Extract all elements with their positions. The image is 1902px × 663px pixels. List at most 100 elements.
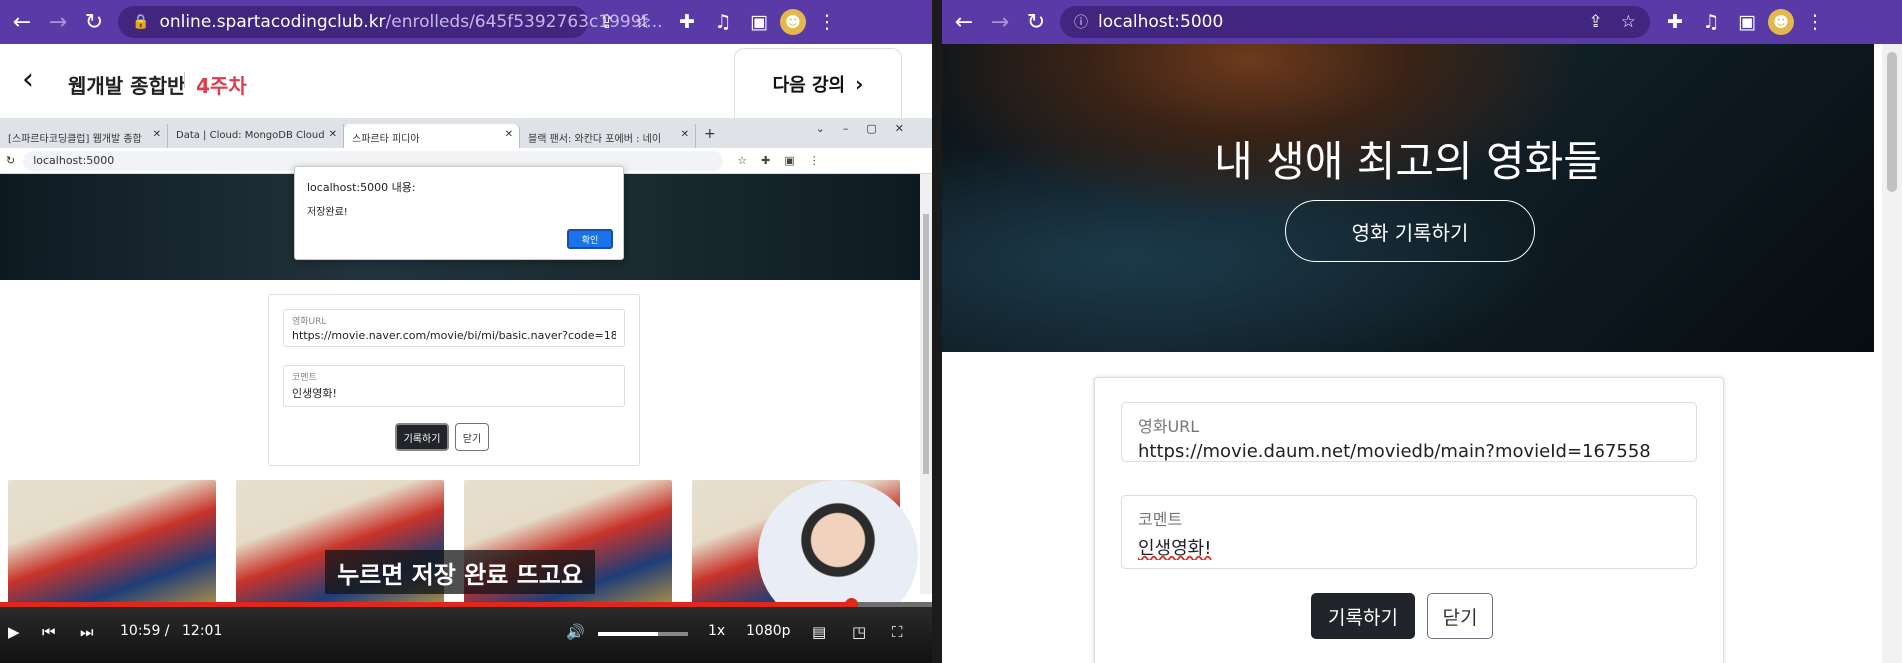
info-icon: ⓘ xyxy=(1074,15,1088,31)
lecture-video[interactable]: [스파르타코딩클럽] 웹개발 종합 ✕ Data | Cloud: MongoDB… xyxy=(0,118,932,663)
address-bar[interactable]: ⓘ localhost:5000 ⇪ ☆ xyxy=(1060,6,1650,38)
window-controls-icon[interactable]: ⌄–▢✕ xyxy=(816,122,922,135)
chevron-right-icon: › xyxy=(855,71,864,96)
title-divider xyxy=(184,72,185,88)
video-quality[interactable]: 1080p xyxy=(746,623,791,639)
movie-url-input[interactable]: 영화URL https://movie.daum.net/moviedb/mai… xyxy=(1121,402,1697,462)
profile-avatar[interactable]: ☻ xyxy=(1768,9,1794,35)
subtitles-icon[interactable]: ▤ xyxy=(812,623,826,641)
video-post-form: 영화URL https://movie.naver.com/movie/bi/m… xyxy=(268,294,640,466)
sidepanel-icon[interactable]: ▣ xyxy=(1732,7,1762,37)
star-icon[interactable]: ☆ xyxy=(628,7,658,37)
video-tab[interactable]: [스파르타코딩클럽] 웹개발 종합 ✕ xyxy=(0,124,168,148)
extensions-icon[interactable]: ✚ xyxy=(672,7,702,37)
comment-value: 인생영화! xyxy=(292,387,337,400)
skip-forward-icon[interactable]: ⏭ xyxy=(80,623,94,641)
video-controls: ▶ ⏮ ⏭ 10:59 / 12:01 🔊 1x 1080p ▤ ◳ ⛶ xyxy=(0,607,932,663)
play-icon[interactable]: ▶ xyxy=(8,623,20,641)
back-chevron-icon[interactable]: ‹ xyxy=(22,62,34,97)
page-scrollbar[interactable] xyxy=(1882,44,1902,663)
video-tab[interactable]: 블랙 팬서: 와칸다 포에버 : 네이 ✕ xyxy=(520,124,696,148)
video-tab-strip: [스파르타코딩클럽] 웹개발 종합 ✕ Data | Cloud: MongoDB… xyxy=(0,118,932,148)
url-value: https://movie.daum.net/moviedb/main?movi… xyxy=(1138,441,1651,462)
sidepanel-icon[interactable]: ▣ xyxy=(744,7,774,37)
right-browser-window: ← → ↻ ⓘ localhost:5000 ⇪ ☆ ✚ ♫ ▣ ☻ ⋮ 내 생… xyxy=(942,0,1902,663)
lock-icon: 🔒 xyxy=(132,14,150,30)
comment-label: 코멘트 xyxy=(292,373,317,383)
reload-icon[interactable]: ↻ xyxy=(80,8,108,36)
close-icon[interactable]: ✕ xyxy=(153,129,161,140)
video-tab[interactable]: Data | Cloud: MongoDB Cloud ✕ xyxy=(168,124,344,148)
tab-label: 스파르타 피디아 xyxy=(352,134,420,145)
course-title: 웹개발 종합반 xyxy=(68,74,186,98)
page-title: 내 생애 최고의 영화들 xyxy=(1214,137,1602,186)
alert-dialog: localhost:5000 내용: 저장완료! 확인 xyxy=(294,166,624,260)
alert-title: localhost:5000 내용: xyxy=(307,181,416,194)
skip-back-icon[interactable]: ⏮ xyxy=(42,623,56,641)
next-lecture-label: 다음 강의 xyxy=(772,74,846,96)
share-icon[interactable]: ⇪ xyxy=(1589,12,1603,32)
media-icon[interactable]: ♫ xyxy=(1696,7,1726,37)
comment-input[interactable]: 코멘트 인생영화! xyxy=(1121,495,1697,569)
post-form: 영화URL https://movie.daum.net/moviedb/mai… xyxy=(1094,377,1724,663)
url-domain: online.spartacodingclub.kr xyxy=(159,12,386,32)
alert-ok-button[interactable]: 확인 xyxy=(567,229,613,249)
fullscreen-icon[interactable]: ⛶ xyxy=(892,623,903,641)
comment-value: 인생영화! xyxy=(1138,538,1212,559)
browser-toolbar: ← → ↻ ⓘ localhost:5000 ⇪ ☆ ✚ ♫ ▣ ☻ ⋮ xyxy=(942,0,1902,44)
browser-toolbar: ← → ↻ 🔒 online.spartacodingclub.kr/enrol… xyxy=(0,0,932,44)
alert-message: 저장완료! xyxy=(307,207,348,218)
star-icon: ☆ xyxy=(737,154,748,167)
movie-poster xyxy=(8,480,216,620)
course-week: 4주차 xyxy=(196,74,247,98)
close-icon[interactable]: ✕ xyxy=(681,129,689,140)
left-browser-window: ← → ↻ 🔒 online.spartacodingclub.kr/enrol… xyxy=(0,0,932,663)
comment-label: 코멘트 xyxy=(1138,510,1183,529)
hero-banner: 내 생애 최고의 영화들 영화 기록하기 xyxy=(942,44,1874,352)
course-header: ‹ 웹개발 종합반 4주차 다음 강의 › xyxy=(0,44,932,118)
star-icon[interactable]: ☆ xyxy=(1621,12,1636,32)
new-tab-icon[interactable]: + xyxy=(696,124,726,148)
back-icon[interactable]: ← xyxy=(950,8,978,36)
url-label: 영화URL xyxy=(1138,417,1200,436)
close-icon[interactable]: ✕ xyxy=(505,129,513,140)
video-tab-active[interactable]: 스파르타 피디아 ✕ xyxy=(344,124,520,148)
forward-icon[interactable]: → xyxy=(44,8,72,36)
video-subtitle: 누르면 저장 완료 뜨고요 xyxy=(325,550,595,594)
tab-label: Data | Cloud: MongoDB Cloud xyxy=(176,130,325,141)
menu-icon[interactable]: ⋮ xyxy=(1800,7,1830,37)
video-url-input[interactable]: 영화URL https://movie.naver.com/movie/bi/m… xyxy=(283,309,625,347)
duration: 12:01 xyxy=(182,623,223,639)
share-icon[interactable]: ⇪ xyxy=(592,7,622,37)
menu-icon: ⋮ xyxy=(808,154,820,167)
save-button[interactable]: 기록하기 xyxy=(1311,593,1415,639)
profile-avatar[interactable]: ☻ xyxy=(780,9,806,35)
volume-icon[interactable]: 🔊 xyxy=(566,623,585,641)
extensions-icon: ✚ xyxy=(761,154,771,167)
record-movie-button[interactable]: 영화 기록하기 xyxy=(1285,200,1535,262)
reload-icon: ↻ xyxy=(6,154,16,167)
menu-icon[interactable]: ⋮ xyxy=(812,7,842,37)
close-icon[interactable]: ✕ xyxy=(329,129,337,140)
back-icon[interactable]: ← xyxy=(8,8,36,36)
video-close-button[interactable]: 닫기 xyxy=(455,423,489,451)
volume-slider[interactable] xyxy=(598,632,688,636)
next-lecture-button[interactable]: 다음 강의 › xyxy=(734,48,902,118)
address-bar[interactable]: 🔒 online.spartacodingclub.kr/enrolleds/6… xyxy=(118,6,663,38)
video-save-button[interactable]: 기록하기 xyxy=(395,423,449,451)
url-text: localhost:5000 xyxy=(1098,12,1224,32)
close-button[interactable]: 닫기 xyxy=(1427,593,1493,639)
url-label: 영화URL xyxy=(292,317,327,327)
playback-speed[interactable]: 1x xyxy=(708,623,725,639)
sidepanel-icon: ▣ xyxy=(784,154,795,167)
reload-icon[interactable]: ↻ xyxy=(1022,8,1050,36)
video-url: localhost:5000 xyxy=(33,154,115,167)
current-time: 10:59 / xyxy=(120,623,170,639)
video-comment-input[interactable]: 코멘트 인생영화! xyxy=(283,365,625,407)
tab-label: [스파르타코딩클럽] 웹개발 종합 xyxy=(8,134,142,145)
extensions-icon[interactable]: ✚ xyxy=(1660,7,1690,37)
media-icon[interactable]: ♫ xyxy=(708,7,738,37)
forward-icon[interactable]: → xyxy=(986,8,1014,36)
pip-icon[interactable]: ◳ xyxy=(852,623,866,641)
tab-label: 블랙 팬서: 와칸다 포에버 : 네이 xyxy=(528,134,662,145)
